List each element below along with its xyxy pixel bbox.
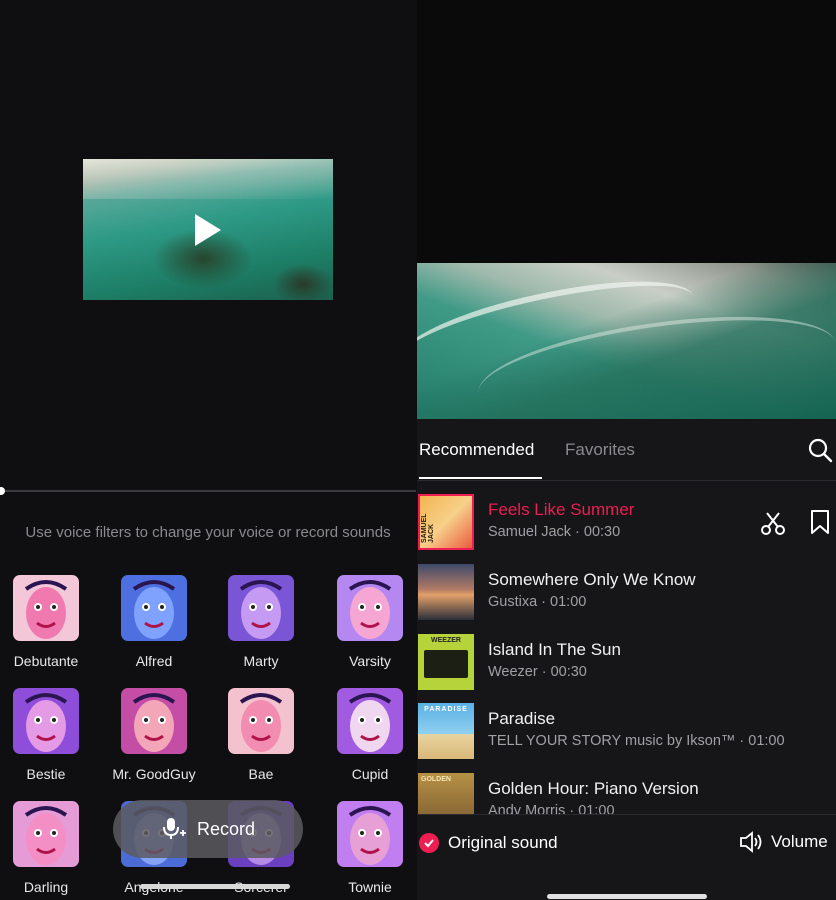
voice-filter-bae[interactable]: Bae — [209, 688, 313, 782]
sound-bottom-bar: Original sound Volume — [417, 814, 836, 900]
filter-label: Debutante — [13, 653, 79, 669]
filter-label: Varsity — [349, 653, 391, 669]
filter-avatar-icon — [13, 575, 79, 641]
record-label: Record — [196, 818, 256, 839]
volume-label: Volume — [771, 832, 828, 851]
track-title: Golden Hour: Piano Version — [488, 779, 699, 798]
track-meta: Weezer · 00:30 — [488, 664, 587, 680]
volume-button[interactable]: Volume — [739, 831, 828, 853]
filter-label: Marty — [243, 653, 279, 669]
voice-filter-bestie[interactable]: Bestie — [0, 688, 98, 782]
filter-label: Townie — [348, 879, 392, 895]
voice-filter-hint: Use voice filters to change your voice o… — [25, 524, 391, 541]
track-meta: Samuel Jack · 00:30 — [488, 524, 621, 540]
timeline-scrubber[interactable] — [0, 490, 416, 492]
voice-filter-marty[interactable]: Marty — [209, 575, 313, 669]
voice-effects-panel: Use voice filters to change your voice o… — [0, 0, 416, 900]
checkmark-icon — [419, 833, 439, 853]
track-title: Island In The Sun — [488, 640, 621, 659]
voice-filter-mr-goodguy[interactable]: Mr. GoodGuy — [102, 688, 206, 782]
video-preview[interactable] — [417, 263, 836, 419]
filter-avatar-icon — [337, 575, 403, 641]
filter-label: Alfred — [135, 653, 173, 669]
track-row[interactable]: WEEZER Island In The Sun Weezer · 00:30 — [417, 634, 836, 696]
filter-avatar-icon — [13, 688, 79, 754]
filter-avatar-icon — [121, 688, 187, 754]
filter-avatar-icon — [121, 575, 187, 641]
voice-filter-townie[interactable]: Townie — [318, 801, 416, 895]
album-cover — [418, 564, 474, 620]
voice-filter-alfred[interactable]: Alfred — [102, 575, 206, 669]
microphone-icon — [162, 818, 186, 839]
record-button[interactable]: Record — [113, 800, 303, 858]
active-tab-indicator — [419, 477, 542, 479]
filter-avatar-icon — [337, 688, 403, 754]
filter-label: Darling — [23, 879, 69, 895]
album-cover: PARADISE — [418, 703, 474, 759]
track-row[interactable]: SAMUEL JACK Feels Like Summer Samuel Jack … — [417, 494, 836, 556]
sound-tabs: Recommended Favorites — [417, 420, 836, 481]
playhead[interactable] — [0, 487, 5, 495]
filter-avatar-icon — [337, 801, 403, 867]
filter-avatar-icon — [13, 801, 79, 867]
album-cover: SAMUEL JACK — [418, 494, 474, 550]
album-cover-text: WEEZER — [431, 637, 461, 644]
bookmark-icon[interactable] — [809, 509, 831, 535]
track-meta: Gustixa · 01:00 — [488, 594, 587, 610]
track-title: Paradise — [488, 709, 556, 728]
play-icon[interactable] — [193, 212, 223, 248]
track-title: Feels Like Summer — [488, 500, 635, 519]
filter-label: Bae — [248, 766, 274, 782]
tab-recommended[interactable]: Recommended — [419, 440, 534, 460]
video-letterbox — [417, 0, 836, 263]
track-title: Somewhere Only We Know — [488, 570, 696, 589]
album-cover: WEEZER — [418, 634, 474, 690]
album-cover-text: SAMUEL JACK — [421, 513, 435, 543]
track-row[interactable]: PARADISE Paradise TELL YOUR STORY music by… — [417, 703, 836, 765]
voice-filter-debutante[interactable]: Debutante — [0, 575, 98, 669]
filter-label: Cupid — [351, 766, 389, 782]
voice-filter-cupid[interactable]: Cupid — [318, 688, 416, 782]
home-indicator — [140, 884, 290, 889]
track-meta: TELL YOUR STORY music by Ikson™ · 01:00 — [488, 733, 785, 749]
track-row[interactable]: Somewhere Only We Know Gustixa · 01:00 — [417, 564, 836, 626]
search-icon[interactable] — [807, 437, 833, 463]
filter-avatar-icon — [228, 575, 294, 641]
original-sound-label: Original sound — [448, 833, 558, 852]
filter-avatar-icon — [228, 688, 294, 754]
sound-picker-panel: Recommended Favorites SAMUEL JACK Feels L… — [417, 0, 836, 900]
voice-filter-darling[interactable]: Darling — [0, 801, 98, 895]
album-cover-text: GOLDEN — [421, 776, 451, 783]
speaker-icon — [740, 831, 762, 853]
filter-label: Bestie — [26, 766, 66, 782]
original-sound-toggle[interactable]: Original sound — [419, 833, 558, 853]
filter-label: Mr. GoodGuy — [112, 766, 196, 782]
voice-filter-varsity[interactable]: Varsity — [318, 575, 416, 669]
album-cover-text: PARADISE — [424, 706, 468, 713]
divider — [417, 480, 836, 481]
tab-favorites[interactable]: Favorites — [565, 440, 635, 460]
scissors-icon[interactable] — [760, 510, 786, 536]
home-indicator — [547, 894, 707, 899]
